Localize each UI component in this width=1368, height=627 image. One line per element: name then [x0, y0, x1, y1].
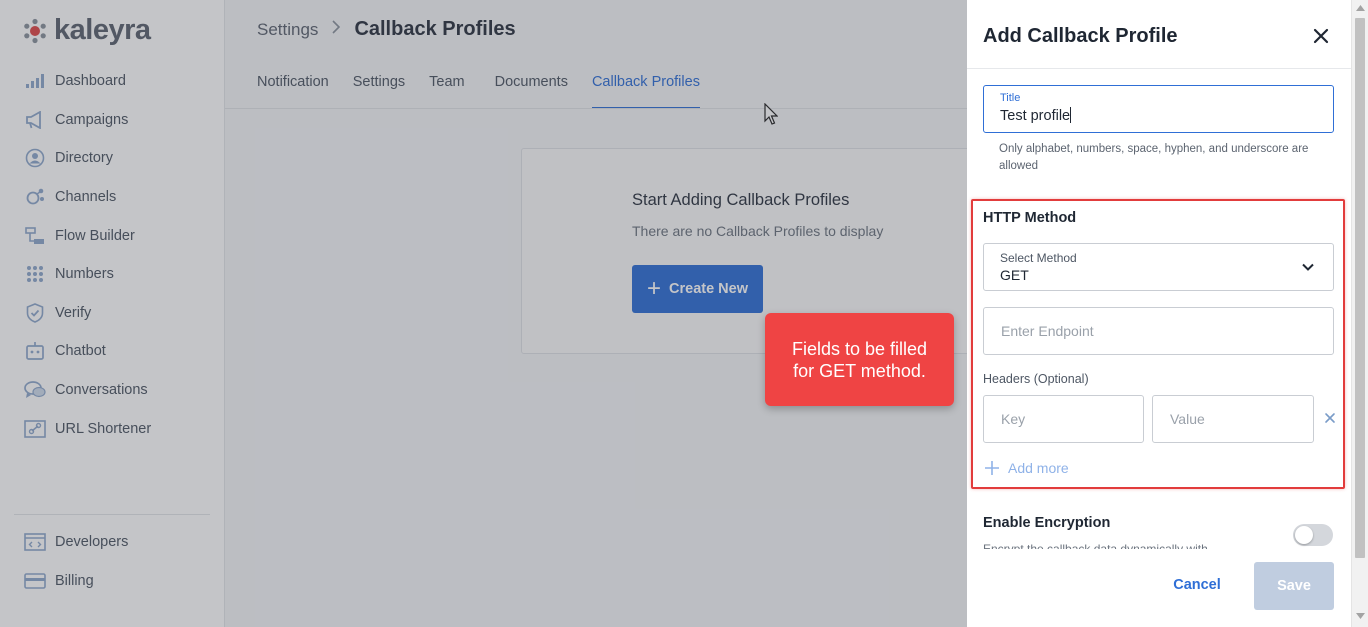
headers-label: Headers (Optional): [983, 372, 1089, 386]
encryption-description: Encrypt the callback data dynamically wi…: [983, 542, 1208, 549]
method-select-value: GET: [1000, 267, 1029, 283]
add-more-button[interactable]: Add more: [984, 460, 1069, 476]
title-input[interactable]: Test profile: [1000, 107, 1310, 124]
cancel-button[interactable]: Cancel: [1157, 569, 1237, 601]
title-field[interactable]: Title Test profile: [983, 85, 1334, 133]
encryption-heading: Enable Encryption: [983, 515, 1111, 531]
drawer-title: Add Callback Profile: [983, 25, 1178, 47]
endpoint-input[interactable]: [983, 307, 1334, 355]
chevron-down-icon: [1302, 263, 1314, 271]
http-method-heading: HTTP Method: [983, 210, 1077, 226]
toggle-knob: [1295, 526, 1313, 544]
drawer-scrollbar[interactable]: [1351, 0, 1368, 627]
close-icon[interactable]: [1309, 24, 1333, 48]
title-field-label: Title: [1000, 92, 1021, 104]
callout-line-2: for GET method.: [793, 360, 926, 381]
plus-icon: [985, 461, 999, 475]
scroll-up-icon[interactable]: [1356, 5, 1365, 11]
method-select-label: Select Method: [1000, 251, 1077, 265]
add-more-label: Add more: [1008, 460, 1069, 476]
scroll-down-icon[interactable]: [1356, 613, 1365, 619]
encryption-toggle[interactable]: [1293, 524, 1333, 546]
text-caret: [1070, 107, 1072, 123]
add-callback-profile-drawer: Add Callback Profile Title Test profile …: [967, 0, 1351, 627]
method-select[interactable]: Select Method GET: [983, 243, 1334, 291]
annotation-callout: Fields to be filled for GET method.: [765, 313, 954, 406]
callout-line-1: Fields to be filled: [791, 338, 928, 359]
title-input-value: Test profile: [1000, 108, 1071, 124]
header-value-input[interactable]: [1152, 395, 1314, 443]
save-button[interactable]: Save: [1254, 562, 1334, 610]
remove-header-icon[interactable]: [1323, 411, 1337, 425]
drawer-header: Add Callback Profile: [967, 0, 1351, 69]
title-hint: Only alphabet, numbers, space, hyphen, a…: [999, 143, 1309, 172]
header-key-input[interactable]: [983, 395, 1144, 443]
scrollbar-thumb[interactable]: [1355, 18, 1365, 558]
